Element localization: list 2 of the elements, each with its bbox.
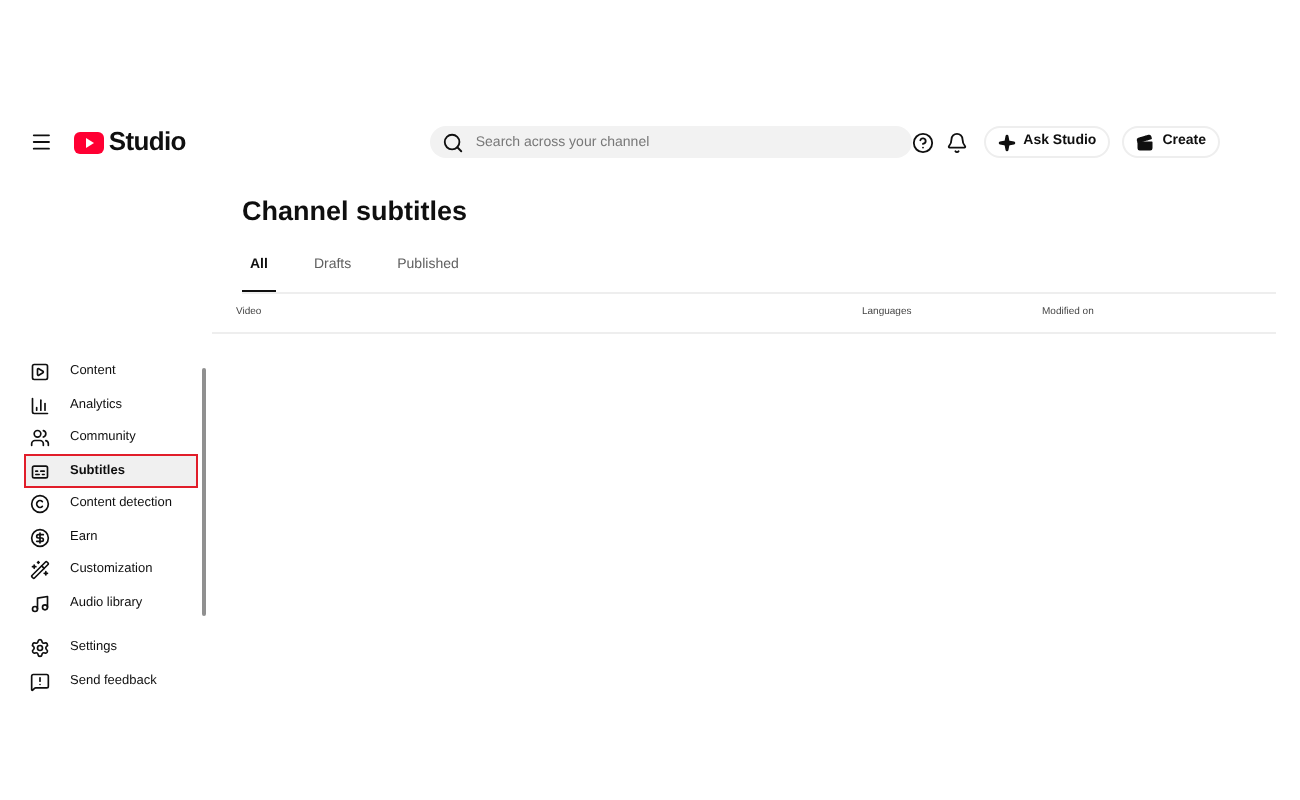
page-title: Channel subtitles <box>242 194 470 230</box>
logo-text: Studio <box>108 124 186 161</box>
